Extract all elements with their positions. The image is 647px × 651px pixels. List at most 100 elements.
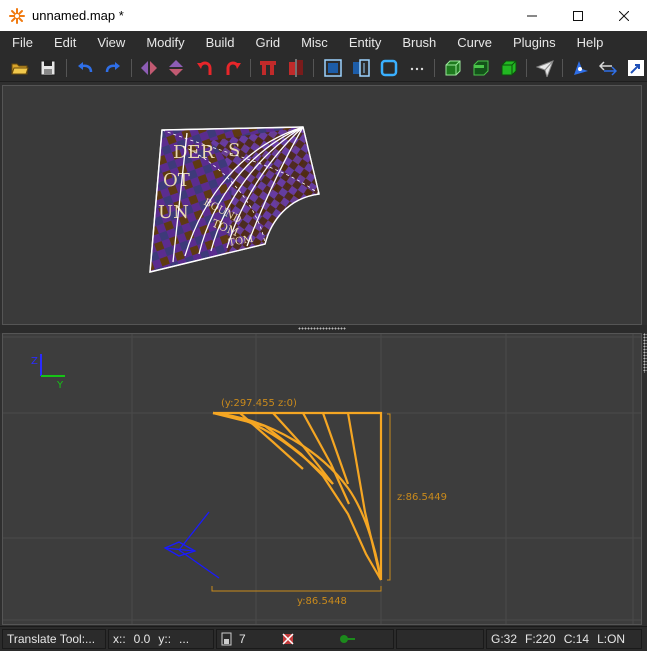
menu-entity[interactable]: Entity	[337, 35, 382, 50]
clipper-icon	[536, 60, 554, 77]
brush-clip-icon	[473, 60, 489, 76]
status-tool-label: Translate Tool:...	[7, 632, 96, 646]
redo-icon	[105, 62, 120, 73]
menu-view[interactable]: View	[85, 35, 125, 50]
menu-curve[interactable]: Curve	[445, 35, 492, 50]
hollow-button[interactable]	[378, 57, 400, 79]
flip-y-button[interactable]	[165, 57, 187, 79]
status-grid: G:32	[491, 632, 518, 646]
menu-file[interactable]: File	[0, 35, 33, 50]
status-x-label: x::	[113, 632, 126, 646]
minimize-button[interactable]	[509, 0, 555, 31]
open-button[interactable]	[9, 57, 31, 79]
status-brush-count: 7	[239, 632, 246, 646]
splitter-grip[interactable]	[298, 327, 346, 330]
menu-build[interactable]: Build	[194, 35, 235, 50]
status-coords: x:: 0.0 y:: ...	[108, 629, 214, 649]
texture-text: S	[228, 140, 240, 161]
patch-icon	[339, 635, 355, 643]
dimension-bottom-label: y:86.5448	[297, 596, 347, 607]
status-y-label: y::	[158, 632, 172, 646]
menu-edit[interactable]: Edit	[42, 35, 76, 50]
camera-viewport-canvas: DER S OT UN TOM BOUND TOM	[149, 126, 320, 273]
close-button[interactable]	[601, 0, 647, 31]
texture-text: DER	[173, 142, 215, 163]
select-inside-button[interactable]	[322, 57, 344, 79]
select-touching-button[interactable]	[350, 57, 372, 79]
minimize-icon	[527, 15, 537, 16]
maximize-button[interactable]	[555, 0, 601, 31]
status-selection: 7	[216, 629, 394, 649]
flip-x-icon	[141, 61, 157, 75]
window-title: unnamed.map *	[32, 8, 124, 23]
status-y-value: ...	[179, 632, 190, 646]
dimension-top-label: (y:297.455 z:0)	[221, 398, 297, 409]
camera-icon	[574, 61, 588, 75]
dimension-right-label: z:86.5449	[397, 492, 447, 503]
csg-subtract-button[interactable]	[257, 57, 279, 79]
status-clip: C:14	[563, 632, 590, 646]
status-tool: Translate Tool:...	[2, 629, 106, 649]
axis-z-label: Z	[31, 356, 38, 367]
status-fov: F:220	[525, 632, 556, 646]
menu-modify[interactable]: Modify	[134, 35, 184, 50]
title-bar: unnamed.map *	[0, 0, 647, 31]
ortho-viewport[interactable]: Z Y (y:297.455 z:0) z:86.5449 y:86.5448	[2, 333, 642, 625]
redo-button[interactable]	[102, 57, 124, 79]
camera-position-icon[interactable]	[163, 511, 220, 579]
move-icon	[599, 61, 617, 76]
save-button[interactable]	[37, 57, 59, 79]
hollow-icon	[380, 59, 398, 77]
rotate-right-button[interactable]	[222, 57, 244, 79]
transform-icon	[628, 60, 644, 76]
status-grid-info: G:32 F:220 C:14 L:ON	[486, 629, 642, 649]
ortho-viewport-canvas: Z Y (y:297.455 z:0) z:86.5449 y:86.5448	[3, 334, 641, 624]
more-button[interactable]	[406, 57, 428, 79]
csg-merge-icon	[289, 59, 303, 77]
flip-y-icon	[169, 60, 183, 76]
menu-misc[interactable]: Misc	[289, 35, 328, 50]
csg-merge-button[interactable]	[285, 57, 307, 79]
status-x-value: 0.0	[133, 632, 151, 646]
rotate-right-icon	[226, 61, 241, 75]
move-button[interactable]	[597, 57, 619, 79]
save-icon	[40, 60, 56, 76]
menu-bar: File Edit View Modify Build Grid Misc En…	[0, 31, 647, 53]
viewport-splitter[interactable]	[0, 325, 647, 333]
toolbar	[0, 53, 647, 82]
clipper-button[interactable]	[534, 57, 556, 79]
status-lock: L:ON	[597, 632, 626, 646]
axis-y-label: Y	[56, 380, 64, 391]
select-inside-icon	[324, 59, 342, 77]
status-bar: Translate Tool:... x:: 0.0 y:: ... 7 G:3…	[0, 626, 647, 651]
cube-icon	[501, 60, 517, 76]
camera-viewport[interactable]: DER S OT UN TOM BOUND TOM	[2, 85, 642, 325]
camera-button[interactable]	[569, 57, 591, 79]
menu-plugins[interactable]: Plugins	[501, 35, 556, 50]
transform-button[interactable]	[625, 57, 647, 79]
cube-button[interactable]	[498, 57, 520, 79]
texture-text: UN	[158, 202, 189, 223]
brush-clip-button[interactable]	[470, 57, 492, 79]
brush-count-icon	[221, 632, 232, 646]
texture-lock-icon	[445, 60, 461, 76]
editor-window: unnamed.map * File Edit View Modify Buil…	[0, 0, 647, 651]
open-icon	[11, 63, 29, 75]
menu-help[interactable]: Help	[565, 35, 604, 50]
menu-grid[interactable]: Grid	[244, 35, 281, 50]
flip-x-button[interactable]	[138, 57, 160, 79]
menu-brush[interactable]: Brush	[390, 35, 436, 50]
select-touching-icon	[353, 59, 370, 77]
csg-subtract-icon	[260, 61, 276, 75]
status-spacer	[396, 629, 484, 649]
rotate-left-button[interactable]	[194, 57, 216, 79]
app-logo-icon	[9, 7, 25, 24]
entity-icon	[282, 633, 294, 645]
rotate-left-icon	[197, 61, 212, 75]
maximize-icon	[573, 10, 583, 21]
undo-button[interactable]	[74, 57, 96, 79]
undo-icon	[78, 62, 93, 73]
close-icon	[619, 10, 629, 21]
side-splitter-grip[interactable]	[643, 333, 647, 373]
texture-lock-button[interactable]	[442, 57, 464, 79]
